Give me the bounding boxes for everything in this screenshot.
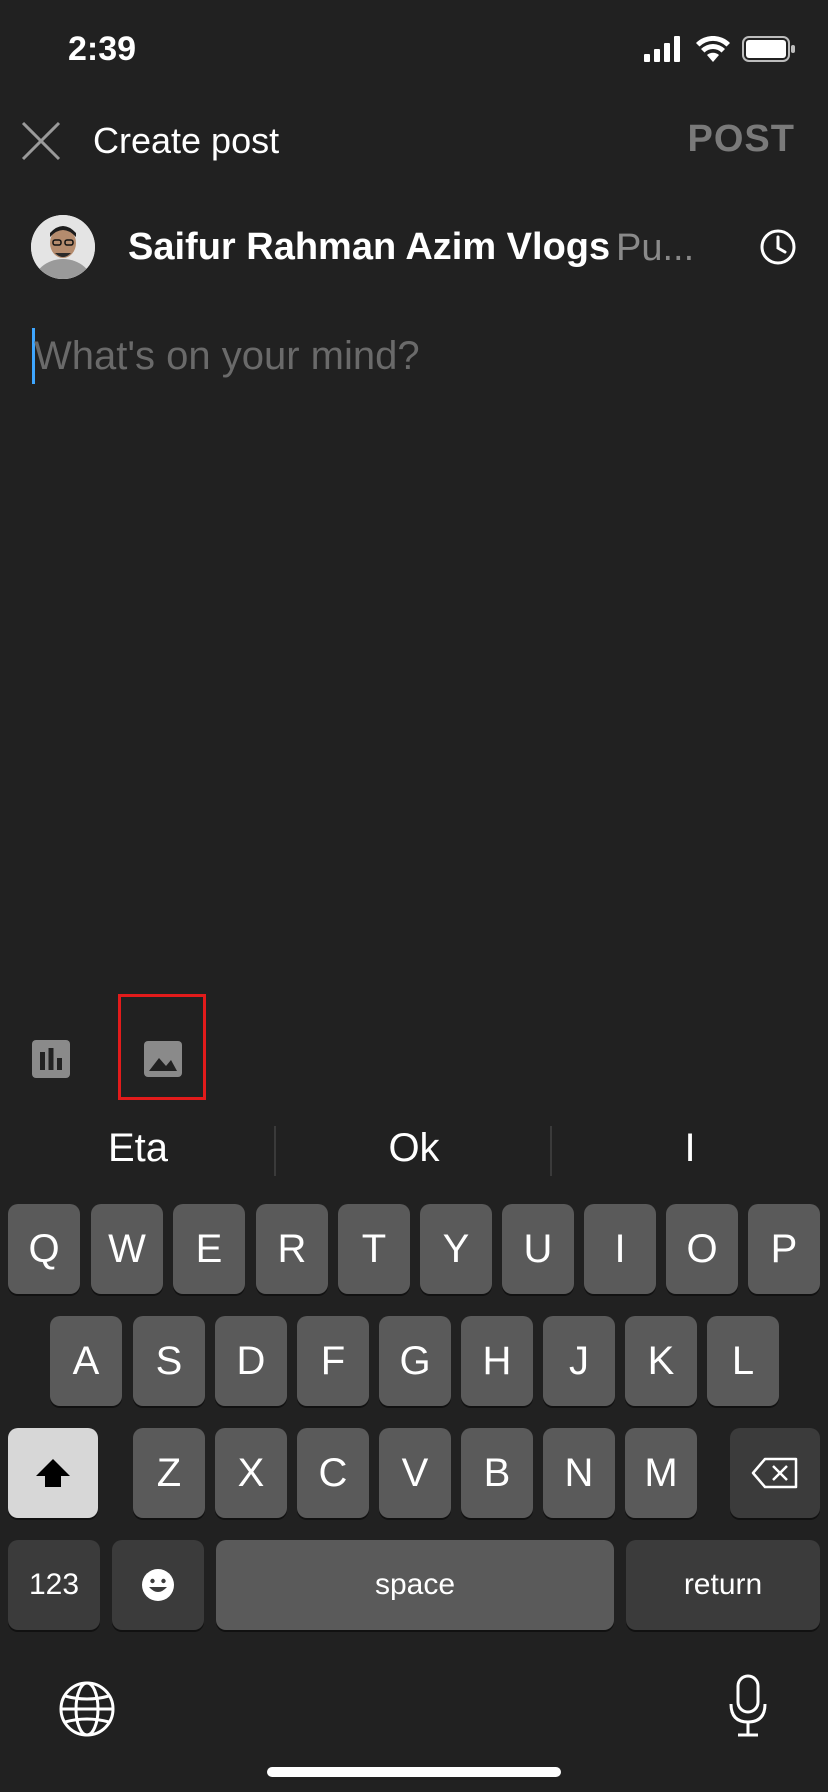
post-text-input[interactable]: What's on your mind? <box>32 328 792 388</box>
key-t[interactable]: T <box>338 1204 410 1294</box>
globe-icon <box>59 1681 115 1737</box>
visibility-selector[interactable]: Pu... <box>616 227 696 270</box>
key-x[interactable]: X <box>215 1428 287 1518</box>
emoji-key[interactable] <box>112 1540 204 1630</box>
avatar-image <box>31 215 95 279</box>
clock-icon <box>760 229 796 265</box>
key-s[interactable]: S <box>133 1316 205 1406</box>
shift-icon <box>36 1459 70 1487</box>
backspace-key[interactable] <box>730 1428 820 1518</box>
poll-button[interactable] <box>32 1040 70 1078</box>
numbers-key[interactable]: 123 <box>8 1540 100 1630</box>
return-key[interactable]: return <box>626 1540 820 1630</box>
battery-icon <box>742 36 795 62</box>
suggestion-bar: Eta Ok I <box>0 1104 828 1198</box>
key-b[interactable]: B <box>461 1428 533 1518</box>
key-d[interactable]: D <box>215 1316 287 1406</box>
suggestion-2[interactable]: Ok <box>276 1126 552 1171</box>
key-k[interactable]: K <box>625 1316 697 1406</box>
top-app-bar: Create post POST <box>0 110 828 170</box>
wifi-icon <box>696 36 730 62</box>
page-title: Create post <box>93 120 280 161</box>
post-button[interactable]: POST <box>688 118 795 161</box>
key-w[interactable]: W <box>91 1204 163 1294</box>
key-z[interactable]: Z <box>133 1428 205 1518</box>
author-name: Saifur Rahman Azim Vlogs <box>128 226 611 268</box>
home-indicator[interactable] <box>267 1767 561 1777</box>
space-key[interactable]: space <box>216 1540 614 1630</box>
suggestion-3[interactable]: I <box>552 1126 828 1171</box>
key-g[interactable]: G <box>379 1316 451 1406</box>
key-a[interactable]: A <box>50 1316 122 1406</box>
key-y[interactable]: Y <box>420 1204 492 1294</box>
key-c[interactable]: C <box>297 1428 369 1518</box>
key-j[interactable]: J <box>543 1316 615 1406</box>
key-m[interactable]: M <box>625 1428 697 1518</box>
post-text-placeholder: What's on your mind? <box>34 334 420 378</box>
key-v[interactable]: V <box>379 1428 451 1518</box>
microphone-icon <box>729 1674 767 1737</box>
key-q[interactable]: Q <box>8 1204 80 1294</box>
key-e[interactable]: E <box>173 1204 245 1294</box>
poll-icon <box>32 1040 70 1078</box>
key-n[interactable]: N <box>543 1428 615 1518</box>
avatar[interactable] <box>31 215 95 279</box>
key-h[interactable]: H <box>461 1316 533 1406</box>
schedule-button[interactable] <box>758 227 798 267</box>
image-button[interactable] <box>118 994 206 1100</box>
close-icon <box>21 121 61 161</box>
signal-icon <box>644 36 680 62</box>
attachment-toolbar <box>0 992 828 1102</box>
key-o[interactable]: O <box>666 1204 738 1294</box>
author-row: Saifur Rahman Azim Vlogs Pu... <box>0 212 828 282</box>
key-i[interactable]: I <box>584 1204 656 1294</box>
dictation-button[interactable] <box>728 1674 768 1738</box>
keyboard-bottom-bar <box>0 1652 828 1792</box>
key-r[interactable]: R <box>256 1204 328 1294</box>
shift-key[interactable] <box>8 1428 98 1518</box>
key-u[interactable]: U <box>502 1204 574 1294</box>
image-icon <box>144 1041 182 1077</box>
close-button[interactable] <box>18 118 64 164</box>
key-l[interactable]: L <box>707 1316 779 1406</box>
key-f[interactable]: F <box>297 1316 369 1406</box>
status-time: 2:39 <box>68 30 137 68</box>
emoji-icon <box>142 1569 174 1601</box>
suggestion-1[interactable]: Eta <box>0 1126 276 1171</box>
status-icons <box>644 36 796 62</box>
key-p[interactable]: P <box>748 1204 820 1294</box>
backspace-icon <box>751 1457 798 1489</box>
status-bar: 2:39 <box>0 0 828 100</box>
language-button[interactable] <box>58 1680 116 1738</box>
